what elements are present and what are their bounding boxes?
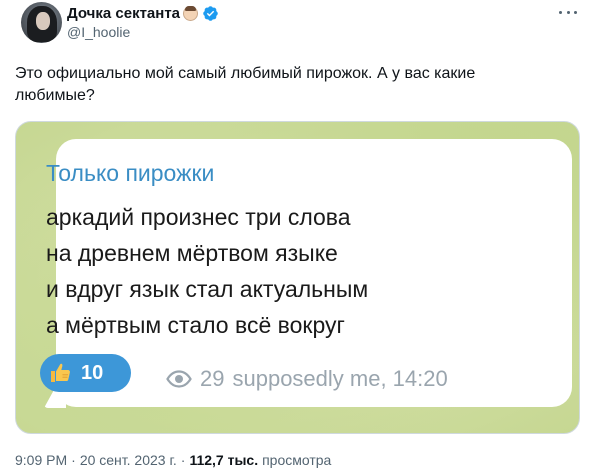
message-views: 29 bbox=[200, 366, 225, 391]
channel-name: Только пирожки bbox=[46, 160, 215, 186]
author-name-row[interactable]: Дочка сектанта bbox=[67, 4, 219, 22]
tweet-date[interactable]: 20 сент. 2023 г. bbox=[80, 452, 177, 468]
person-emoji-icon bbox=[183, 5, 199, 21]
tweet-time[interactable]: 9:09 PM bbox=[15, 452, 67, 468]
reaction-pill: 10 bbox=[40, 354, 131, 392]
author-display-name[interactable]: Дочка сектанта bbox=[67, 5, 180, 22]
message-signature: supposedly me, 14:20 bbox=[232, 366, 448, 391]
poem-line: на древнем мёртвом языке bbox=[46, 240, 338, 266]
views-label: просмотра bbox=[262, 452, 332, 468]
footer-separator: · bbox=[71, 452, 76, 468]
poem-line: а мёртвым стало всё вокруг bbox=[46, 312, 345, 338]
avatar-face bbox=[36, 12, 50, 30]
avatar[interactable] bbox=[21, 2, 62, 43]
more-icon[interactable] bbox=[556, 4, 580, 20]
author-handle[interactable]: @I_hoolie bbox=[67, 24, 130, 40]
eye-icon bbox=[166, 370, 192, 388]
poem-line: и вдруг язык стал актуальным bbox=[46, 276, 369, 302]
tweet-text: Это официально мой самый любимый пирожок… bbox=[15, 65, 476, 104]
message-meta: 29 supposedly me, 14:20 bbox=[166, 366, 448, 392]
views-count: 112,7 тыс. bbox=[189, 452, 259, 468]
poem-text: аркадий произнес три слова на древнем мё… bbox=[46, 199, 368, 343]
verified-badge-icon bbox=[202, 5, 219, 22]
poem-line: аркадий произнес три слова bbox=[46, 204, 351, 230]
footer-separator: · bbox=[180, 452, 186, 468]
tweet-footer: 9:09 PM · 20 сент. 2023 г. · 112,7 тыс. … bbox=[15, 452, 331, 468]
reaction-count: 10 bbox=[81, 361, 104, 384]
thumbs-up-icon bbox=[51, 363, 70, 382]
tweet-media-image[interactable]: Только пирожки аркадий произнес три слов… bbox=[15, 121, 580, 434]
